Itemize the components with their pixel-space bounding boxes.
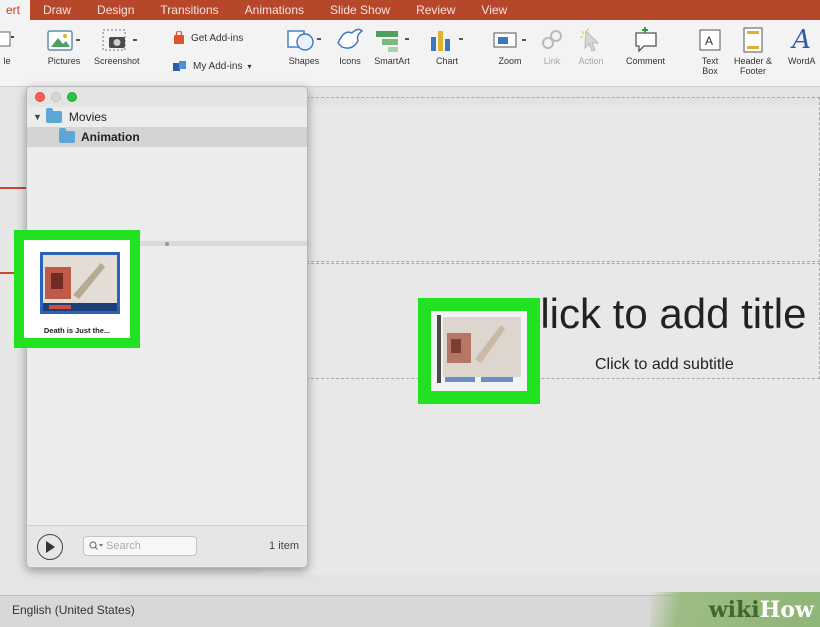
wikihow-watermark: wikiHow: [650, 592, 820, 627]
disclosure-triangle-icon[interactable]: ▼: [33, 112, 42, 122]
tab-review[interactable]: Review: [403, 3, 468, 20]
play-icon: [46, 541, 55, 553]
tab-animations[interactable]: Animations: [232, 3, 317, 20]
zoom-button[interactable]: Zoom: [490, 24, 530, 66]
dropdown-arrow-icon: ▾: [247, 61, 252, 71]
ribbon-toolbar: le Pictures Screenshot Get Add-ins My Ad…: [0, 20, 820, 87]
slide-subtitle-placeholder[interactable]: Click to add subtitle: [595, 356, 734, 374]
folder-icon: [59, 128, 75, 143]
language-indicator[interactable]: English (United States): [12, 603, 135, 617]
ribbon-tab-bar: ert Draw Design Transitions Animations S…: [0, 0, 820, 20]
movie-file-caption: Death is Just the...: [43, 326, 111, 335]
action-cursor-icon: [576, 24, 606, 56]
movie-frame-icon: [43, 255, 117, 311]
smartart-button[interactable]: SmartArt: [372, 24, 412, 66]
comment-button[interactable]: Comment: [626, 24, 665, 66]
close-window-button[interactable]: [35, 92, 45, 102]
tab-draw[interactable]: Draw: [30, 3, 84, 20]
header-footer-button[interactable]: Header & Footer: [734, 24, 772, 76]
play-button[interactable]: [37, 534, 63, 560]
wikihow-logo: wikiHow: [708, 597, 814, 623]
tab-design[interactable]: Design: [84, 3, 147, 20]
link-icon: [538, 24, 566, 56]
my-addins-button[interactable]: My Add-ins ▾: [172, 59, 251, 73]
movie-thumbnail-icon: [437, 315, 521, 383]
item-count: 1 item: [269, 540, 299, 552]
action-button[interactable]: Action: [576, 24, 606, 66]
search-field[interactable]: [83, 536, 197, 556]
finder-title-bar[interactable]: [27, 87, 307, 107]
tab-transitions[interactable]: Transitions: [147, 3, 231, 20]
svg-text:A: A: [705, 34, 713, 48]
zoom-window-button[interactable]: [67, 92, 77, 102]
store-bag-icon: [174, 31, 184, 44]
bar-chart-icon: [427, 24, 467, 56]
icons-bird-icon: [334, 24, 366, 56]
tree-item-animation[interactable]: Animation: [27, 127, 307, 147]
addins-icon: [173, 61, 186, 71]
tab-insert[interactable]: ert: [0, 0, 31, 20]
minimize-window-button[interactable]: [51, 92, 61, 102]
camera-icon: [95, 24, 139, 56]
slide-title-placeholder[interactable]: Click to add title: [510, 290, 806, 338]
tree-item-movies[interactable]: ▼ Movies: [27, 107, 307, 127]
search-icon: [89, 541, 103, 550]
chart-button[interactable]: Chart: [427, 24, 467, 66]
title-placeholder-box[interactable]: [246, 97, 820, 262]
slide-icon: [0, 24, 14, 56]
folder-icon: [45, 108, 62, 123]
tab-slide-show[interactable]: Slide Show: [317, 3, 403, 20]
shapes-icon: [284, 24, 324, 56]
header-footer-icon: [738, 24, 768, 56]
search-input[interactable]: [106, 540, 186, 552]
icons-button[interactable]: Icons: [334, 24, 366, 66]
text-box-icon: A: [696, 24, 724, 56]
tab-view[interactable]: View: [468, 3, 520, 20]
screenshot-button[interactable]: Screenshot: [94, 24, 140, 66]
comment-icon: [629, 24, 663, 56]
pictures-button[interactable]: Pictures: [44, 24, 84, 66]
highlight-dragged-movie: [418, 298, 540, 404]
shapes-button[interactable]: Shapes: [284, 24, 324, 66]
get-addins-button[interactable]: Get Add-ins: [172, 31, 243, 45]
picture-icon: [44, 24, 84, 56]
dragged-movie-thumbnail[interactable]: [431, 311, 527, 391]
wordart-icon: A: [792, 25, 812, 55]
new-slide-button[interactable]: le: [0, 24, 14, 66]
status-bar: English (United States) wikiHow: [0, 592, 820, 627]
highlight-movie-file: Death is Just the...: [14, 230, 140, 348]
smartart-icon: [372, 24, 412, 56]
wordart-button[interactable]: A WordA: [788, 24, 815, 66]
movie-file-item[interactable]: Death is Just the...: [24, 240, 130, 338]
link-button[interactable]: Link: [538, 24, 566, 66]
movie-preview: [40, 252, 120, 314]
text-box-button[interactable]: A Text Box: [696, 24, 724, 76]
zoom-icon: [490, 24, 530, 56]
finder-bottom-bar: 1 item: [27, 525, 307, 567]
divider-grip-icon: [165, 242, 169, 246]
